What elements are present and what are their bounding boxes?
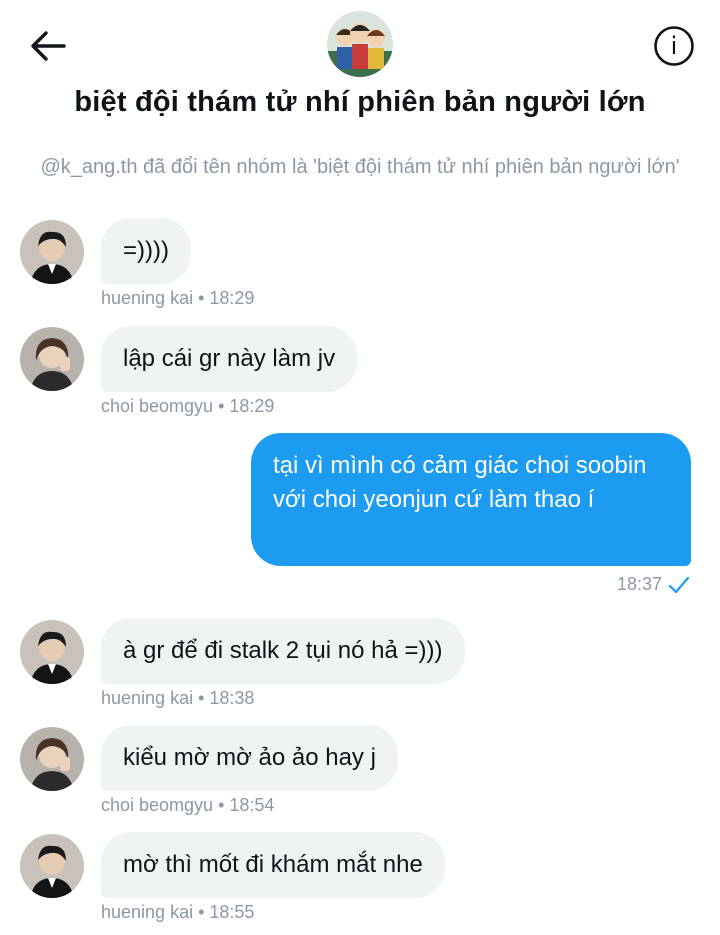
message-time: 18:37 [616, 574, 662, 594]
message-bubble[interactable]: à gr để đi stalk 2 tụi nó hả =))) [101, 618, 465, 684]
back-button[interactable] [26, 24, 70, 68]
conversation-header: i biệt đội thám tử nhí phiên bản người l… [0, 0, 720, 140]
message-bubble[interactable]: kiểu mờ mờ ảo ảo hay j [101, 725, 398, 791]
message-meta: huening kai • 18:55 [101, 902, 255, 922]
avatar-huening-kai[interactable] [20, 620, 84, 684]
message-text: kiểu mờ mờ ảo ảo hay j [123, 744, 376, 771]
message-text: à gr để đi stalk 2 tụi nó hả =))) [123, 637, 443, 664]
message-text: =)))) [123, 237, 169, 264]
message-text: lập cái gr này làm jv [123, 345, 336, 372]
arrow-left-icon [31, 31, 66, 61]
system-message: @k_ang.th đã đổi tên nhóm là 'biệt đội t… [40, 156, 680, 178]
message-meta: huening kai • 18:29 [101, 288, 255, 308]
message-meta: huening kai • 18:38 [101, 688, 255, 708]
avatar-choi-beomgyu[interactable] [20, 727, 84, 791]
message-bubble[interactable]: =)))) [101, 218, 191, 284]
group-avatar[interactable] [327, 11, 393, 77]
message-meta: choi beomgyu • 18:29 [101, 396, 275, 416]
message-meta: choi beomgyu • 18:54 [101, 795, 275, 815]
outgoing-message-meta: 18:37 [617, 574, 690, 595]
message-text: mờ thì mốt đi khám mắt nhe [123, 851, 423, 878]
info-glyph: i [671, 32, 678, 60]
conversation-title: biệt đội thám tử nhí phiên bản người lớn [74, 86, 646, 118]
info-icon: i [654, 26, 694, 66]
message-bubble[interactable]: lập cái gr này làm jv [101, 326, 358, 392]
info-button[interactable]: i [652, 24, 696, 68]
message-text: tại vì mình có cảm giác choi soobin với … [273, 452, 647, 513]
avatar-huening-kai[interactable] [20, 220, 84, 284]
avatar-huening-kai[interactable] [20, 834, 84, 898]
message-bubble[interactable]: mờ thì mốt đi khám mắt nhe [101, 832, 445, 898]
outgoing-message-bubble[interactable]: tại vì mình có cảm giác choi soobin với … [251, 433, 691, 566]
checkmark-icon [668, 576, 690, 593]
avatar-choi-beomgyu[interactable] [20, 327, 84, 391]
